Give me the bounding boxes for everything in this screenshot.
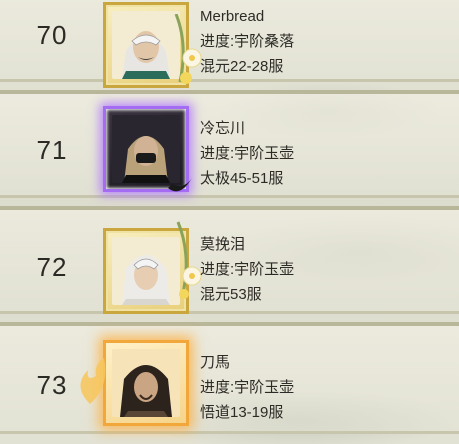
leaderboard-row[interactable]: 70 Merbread 进度:宇阶桑落 混元22-28服 (0, 0, 459, 88)
dragon-tail-decoration-icon (168, 178, 192, 192)
progress-text: 进度:宇阶玉壶 (200, 379, 295, 396)
rank-number: 70 (36, 20, 68, 50)
progress-text: 进度:宇阶玉壶 (200, 261, 295, 278)
dark-hair-avatar-icon (112, 349, 180, 417)
server-text: 悟道13-19服 (200, 404, 284, 421)
player-name: 刀馬 (200, 354, 231, 371)
progress-text: 进度:宇阶桑落 (200, 33, 295, 50)
avatar (112, 349, 180, 417)
server-text: 混元22-28服 (200, 58, 284, 75)
player-name: Merbread (200, 8, 265, 25)
rank-number: 71 (36, 135, 68, 165)
avatar-frame (103, 340, 189, 426)
server-text: 太极45-51服 (200, 170, 284, 187)
player-info: Merbread 进度:宇阶桑落 混元22-28服 (200, 4, 294, 79)
player-name: 冷忘川 (200, 120, 246, 137)
player-name: 莫挽泪 (200, 236, 246, 253)
leaderboard-row[interactable]: 73 刀馬 进度:宇阶玉壶 悟道13-19服 (0, 322, 459, 434)
leaderboard-row[interactable]: 71 冷忘川 进度:宇阶玉壶 太极45-51服 (0, 90, 459, 198)
leaderboard-row[interactable]: 72 莫挽泪 进度:宇阶玉壶 混元53服 (0, 206, 459, 314)
player-info: 冷忘川 进度:宇阶玉壶 太极45-51服 (200, 116, 294, 191)
rank-number: 72 (36, 252, 68, 282)
progress-text: 进度:宇阶玉壶 (200, 145, 295, 162)
flame-decoration-icon (80, 358, 106, 404)
player-info: 刀馬 进度:宇阶玉壶 悟道13-19服 (200, 350, 294, 425)
server-text: 混元53服 (200, 286, 262, 303)
player-info: 莫挽泪 进度:宇阶玉壶 混元53服 (200, 232, 294, 307)
